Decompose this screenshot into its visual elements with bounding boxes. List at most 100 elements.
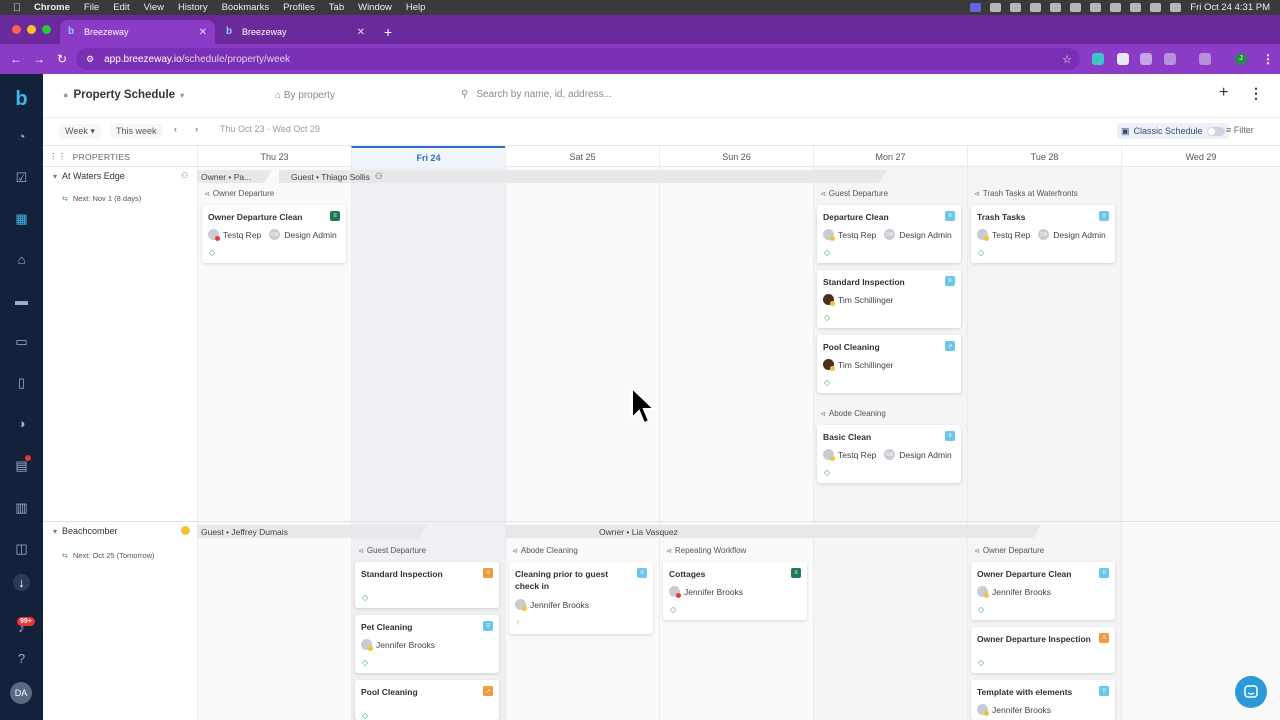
battery-icon[interactable]	[1110, 3, 1122, 12]
forward-icon[interactable]: →	[33, 52, 45, 66]
menu-file[interactable]: File	[84, 2, 99, 13]
toggle-switch[interactable]	[1206, 126, 1225, 136]
view-selector[interactable]: Week ▾	[59, 124, 101, 139]
close-tab-icon[interactable]: ✕	[199, 27, 207, 38]
stay-bar-guest[interactable]: Guest • Thiago Sollis ⚇	[279, 170, 887, 183]
supply-icon[interactable]: ◫	[13, 540, 30, 557]
task-card[interactable]: Owner Departure Clean ≡ Jennifer Brooks …	[971, 562, 1115, 620]
task-card[interactable]: Pool Cleaning ↗ Tim Schillinger ◇	[817, 335, 961, 393]
address-bar[interactable]: ⚙ app.breezeway.io/schedule/property/wee…	[76, 48, 1080, 70]
help-icon[interactable]: ?	[13, 650, 30, 667]
property-name[interactable]: Beachcomber	[62, 526, 118, 536]
properties-label: PROPERTIES	[72, 151, 131, 162]
browser-tab[interactable]: b Breezeway ✕	[218, 20, 373, 44]
chevron-down-icon: ▾	[180, 90, 185, 100]
site-info-icon[interactable]: ⚙	[86, 54, 94, 65]
receipt-icon[interactable]: ▥	[13, 499, 30, 516]
task-card[interactable]: Cottages ≡ Jennifer Brooks ◇	[663, 562, 807, 620]
clock[interactable]: Fri Oct 24 4:31 PM	[1190, 2, 1270, 13]
maximize-window-icon[interactable]	[42, 25, 51, 34]
chevron-down-icon[interactable]: ▾	[53, 527, 57, 536]
menu-chrome[interactable]: Chrome	[34, 2, 70, 13]
task-card[interactable]: Standard Inspection ≡ ◇	[355, 562, 499, 608]
tasks-icon[interactable]: ☑	[13, 169, 30, 186]
task-card[interactable]: Pool Cleaning ↗ ◇	[355, 680, 499, 720]
calendar-icon[interactable]: ▦	[13, 210, 30, 227]
property-name[interactable]: At Waters Edge	[62, 171, 125, 181]
control-center-icon[interactable]	[1170, 3, 1182, 12]
extension-icon[interactable]	[1092, 53, 1104, 65]
close-window-icon[interactable]	[12, 25, 21, 34]
status-icon[interactable]	[1010, 3, 1022, 12]
search-input[interactable]: ⚲ Search by name, id, address...	[461, 89, 761, 100]
property-row-header[interactable]: ▾ At Waters Edge	[53, 171, 125, 181]
status-icon[interactable]	[1070, 3, 1082, 12]
next-week-icon[interactable]: ›	[195, 124, 198, 134]
more-options-icon[interactable]: ⋮	[1249, 85, 1263, 102]
page-title-dropdown[interactable]: ● Property Schedule ▾	[63, 89, 184, 101]
wifi-icon[interactable]	[1130, 3, 1142, 12]
stay-bar-owner[interactable]: Owner • Lia Vasquez	[505, 525, 1041, 538]
menu-profiles[interactable]: Profiles	[283, 2, 315, 13]
menu-edit[interactable]: Edit	[113, 2, 129, 13]
status-icon[interactable]	[1050, 3, 1062, 12]
task-card[interactable]: Template with elements ≡ Jennifer Brooks	[971, 680, 1115, 720]
expand-all-icon[interactable]: ⋮⋮	[49, 151, 67, 162]
group-by-selector[interactable]: ⌂ By property	[275, 90, 335, 101]
book-icon[interactable]: ▯	[13, 374, 30, 391]
bookmark-star-icon[interactable]: ☆	[1062, 53, 1072, 66]
bluetooth-icon[interactable]	[1090, 3, 1102, 12]
previous-week-icon[interactable]: ‹	[174, 124, 177, 134]
task-card[interactable]: Departure Clean ≡ Testq Rep DA Design Ad…	[817, 205, 961, 263]
close-tab-icon[interactable]: ✕	[357, 27, 365, 38]
menu-bookmarks[interactable]: Bookmarks	[222, 2, 270, 13]
menu-view[interactable]: View	[144, 2, 164, 13]
task-card[interactable]: Cleaning prior to guest check in ≡ Jenni…	[509, 562, 653, 634]
chevron-down-icon[interactable]: ▾	[53, 172, 57, 181]
side-panel-icon[interactable]	[1199, 53, 1211, 65]
download-icon[interactable]: ↓	[13, 574, 30, 591]
screen-record-icon[interactable]	[970, 3, 982, 12]
status-icon[interactable]	[990, 3, 1002, 12]
filter-button[interactable]: ≡ Filter	[1226, 125, 1254, 135]
search-icon[interactable]	[1150, 3, 1162, 12]
classic-schedule-toggle[interactable]: ▣ Classic Schedule	[1117, 123, 1229, 139]
task-card[interactable]: Trash Tasks ≡ Testq Rep DA Design Admin …	[971, 205, 1115, 263]
dashboard-icon[interactable]: ◔	[13, 128, 30, 145]
minimize-window-icon[interactable]	[27, 25, 36, 34]
menu-tab[interactable]: Tab	[329, 2, 344, 13]
reports-icon[interactable]: ◑	[13, 415, 30, 432]
this-week-button[interactable]: This week	[110, 124, 163, 138]
stay-bar-owner[interactable]: Owner • Pa...	[197, 170, 272, 183]
chat-icon[interactable]: ▭	[13, 333, 30, 350]
menu-history[interactable]: History	[178, 2, 208, 13]
property-row-header[interactable]: ▾ Beachcomber	[53, 526, 118, 536]
task-card[interactable]: Owner Departure Clean ≡ Testq Rep DA Des…	[202, 205, 346, 263]
task-card[interactable]: Owner Departure Inspection ≡ ◇	[971, 627, 1115, 673]
apple-icon[interactable]: 	[10, 2, 24, 14]
menu-help[interactable]: Help	[406, 2, 426, 13]
stay-bar-guest[interactable]: Guest • Jeffrey Dumais	[197, 525, 427, 538]
breezeway-logo-icon[interactable]: b	[13, 88, 30, 110]
add-button[interactable]: +	[1219, 84, 1228, 102]
extension-icon[interactable]	[1117, 53, 1129, 65]
chat-launcher-button[interactable]	[1235, 676, 1267, 708]
extensions-puzzle-icon[interactable]	[1164, 53, 1176, 65]
back-icon[interactable]: ←	[10, 52, 22, 66]
task-card[interactable]: Basic Clean ≡ Testq Rep DA Design Admin …	[817, 425, 961, 483]
url-host: app.breezeway.io	[104, 53, 182, 65]
task-card[interactable]: Pet Cleaning ≡ Jennifer Brooks ◇	[355, 615, 499, 673]
task-type-icon: ≡	[483, 568, 493, 578]
chrome-menu-icon[interactable]: ⋮	[1262, 52, 1274, 66]
bed-icon[interactable]: ▬	[13, 292, 30, 309]
new-tab-icon[interactable]: +	[384, 24, 392, 40]
home-icon[interactable]: ⌂	[13, 251, 30, 268]
user-avatar[interactable]: DA	[10, 682, 32, 704]
profile-avatar[interactable]: J	[1235, 53, 1247, 65]
menu-window[interactable]: Window	[358, 2, 392, 13]
status-icon[interactable]	[1030, 3, 1042, 12]
extension-icon[interactable]	[1140, 53, 1152, 65]
reload-icon[interactable]: ↻	[57, 52, 67, 66]
task-card[interactable]: Standard Inspection ≡ Tim Schillinger ◇	[817, 270, 961, 328]
browser-tab[interactable]: b Breezeway ✕	[60, 20, 215, 44]
